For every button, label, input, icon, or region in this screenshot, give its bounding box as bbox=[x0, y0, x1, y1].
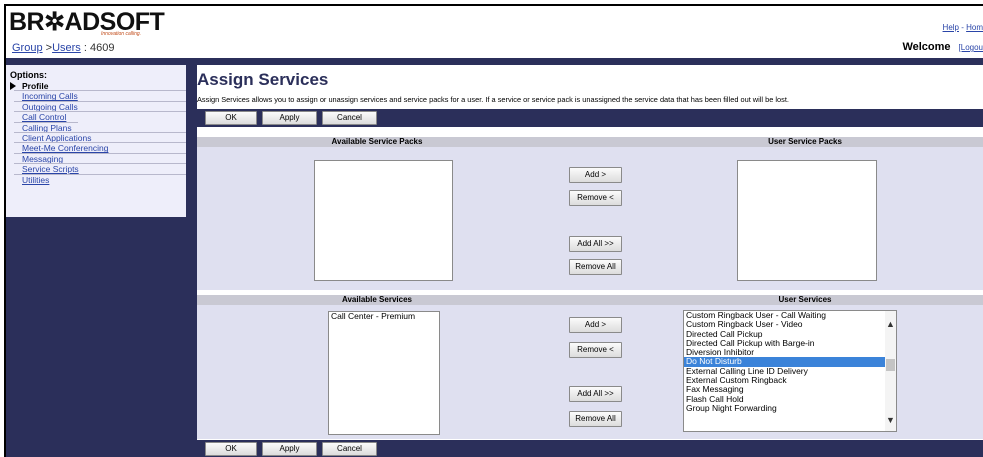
options-sidebar: Options: Profile Incoming Calls Outgoing… bbox=[6, 65, 186, 217]
welcome-text: Welcome bbox=[902, 41, 951, 53]
sidebar-item-utilities[interactable]: Utilities bbox=[6, 175, 186, 185]
services-remove-button[interactable]: Remove < bbox=[569, 342, 622, 358]
apply-button-bottom[interactable]: Apply bbox=[262, 442, 317, 456]
sidebar-item-client-applications[interactable]: Client Applications bbox=[6, 133, 186, 144]
top-links: Help - Hom bbox=[943, 23, 983, 32]
service-packs-add-all-button[interactable]: Add All >> bbox=[569, 236, 622, 252]
logout-link[interactable]: [Logou bbox=[959, 43, 983, 52]
ok-button-bottom[interactable]: OK bbox=[205, 442, 257, 456]
logo-tagline: Innovation calling. bbox=[101, 31, 142, 37]
service-packs-remove-button[interactable]: Remove < bbox=[569, 190, 622, 206]
breadcrumb: Group >Users : 4609 bbox=[12, 42, 114, 54]
sidebar-item-label[interactable]: Utilities bbox=[22, 175, 49, 185]
services-add-all-button[interactable]: Add All >> bbox=[569, 386, 622, 402]
ok-button[interactable]: OK bbox=[205, 111, 257, 125]
breadcrumb-sep: > bbox=[42, 42, 53, 54]
services-panel: Call Center - Premium Add > Remove < Add… bbox=[197, 305, 983, 439]
page-title: Assign Services bbox=[197, 70, 329, 89]
sidebar-item-call-control[interactable]: Call Control bbox=[6, 112, 186, 123]
user-service-packs-list[interactable] bbox=[737, 160, 877, 281]
sidebar-item-calling-plans[interactable]: Calling Plans bbox=[6, 123, 186, 133]
home-link[interactable]: Hom bbox=[966, 23, 983, 32]
options-title: Options: bbox=[10, 70, 47, 80]
sidebar-item-messaging[interactable]: Messaging bbox=[6, 154, 186, 165]
sidebar-item-service-scripts[interactable]: Service Scripts bbox=[6, 164, 186, 175]
current-item-arrow-icon bbox=[10, 82, 16, 90]
cancel-button[interactable]: Cancel bbox=[322, 111, 377, 125]
sidebar-item-profile[interactable]: Profile bbox=[6, 81, 186, 92]
top-button-bar: OK Apply Cancel bbox=[197, 109, 983, 127]
services-header: Available Services User Services bbox=[197, 295, 983, 305]
column-divider bbox=[186, 65, 197, 457]
service-packs-remove-all-button[interactable]: Remove All bbox=[569, 259, 622, 275]
scroll-up-icon[interactable]: ▲ bbox=[886, 319, 895, 329]
available-service-option[interactable]: Call Center - Premium bbox=[329, 312, 439, 321]
sidebar-item-incoming-calls[interactable]: Incoming Calls bbox=[6, 91, 186, 102]
service-packs-header: Available Service Packs User Service Pac… bbox=[197, 137, 983, 147]
options-list: Profile Incoming Calls Outgoing Calls Ca… bbox=[6, 81, 186, 185]
available-service-packs-list[interactable] bbox=[314, 160, 453, 281]
services-add-button[interactable]: Add > bbox=[569, 317, 622, 333]
breadcrumb-users-link[interactable]: Users bbox=[52, 42, 81, 54]
scrollbar-thumb[interactable] bbox=[886, 359, 895, 371]
service-packs-add-button[interactable]: Add > bbox=[569, 167, 622, 183]
user-services-list[interactable]: Custom Ringback User - Call Waiting Cust… bbox=[683, 310, 897, 432]
bottom-button-bar: OK Apply Cancel bbox=[197, 440, 983, 457]
service-packs-panel: Add > Remove < Add All >> Remove All bbox=[197, 147, 983, 290]
broadsoft-logo: BR✲ADSOFT Innovation calling. bbox=[9, 9, 165, 39]
cancel-button-bottom[interactable]: Cancel bbox=[322, 442, 377, 456]
help-link[interactable]: Help bbox=[943, 23, 959, 32]
breadcrumb-user-id: : 4609 bbox=[80, 42, 115, 54]
available-services-list[interactable]: Call Center - Premium bbox=[328, 311, 440, 435]
user-service-packs-label: User Service Packs bbox=[768, 137, 842, 146]
apply-button[interactable]: Apply bbox=[262, 111, 317, 125]
user-services-scrollbar[interactable]: ▲ ▼ bbox=[885, 311, 896, 431]
header-band bbox=[6, 58, 983, 65]
sidebar-item-meet-me-conferencing[interactable]: Meet-Me Conferencing bbox=[6, 143, 186, 154]
breadcrumb-group-link[interactable]: Group bbox=[12, 42, 43, 54]
available-service-packs-label: Available Service Packs bbox=[331, 137, 423, 146]
available-services-label: Available Services bbox=[342, 295, 412, 304]
user-service-option[interactable]: Group Night Forwarding bbox=[684, 403, 896, 413]
services-remove-all-button[interactable]: Remove All bbox=[569, 411, 622, 427]
sidebar-item-outgoing-calls[interactable]: Outgoing Calls bbox=[6, 102, 186, 113]
user-services-label: User Services bbox=[778, 295, 832, 304]
welcome-area: Welcome [Logou bbox=[902, 41, 983, 53]
scroll-down-icon[interactable]: ▼ bbox=[886, 415, 895, 425]
page-description: Assign Services allows you to assign or … bbox=[197, 95, 789, 104]
